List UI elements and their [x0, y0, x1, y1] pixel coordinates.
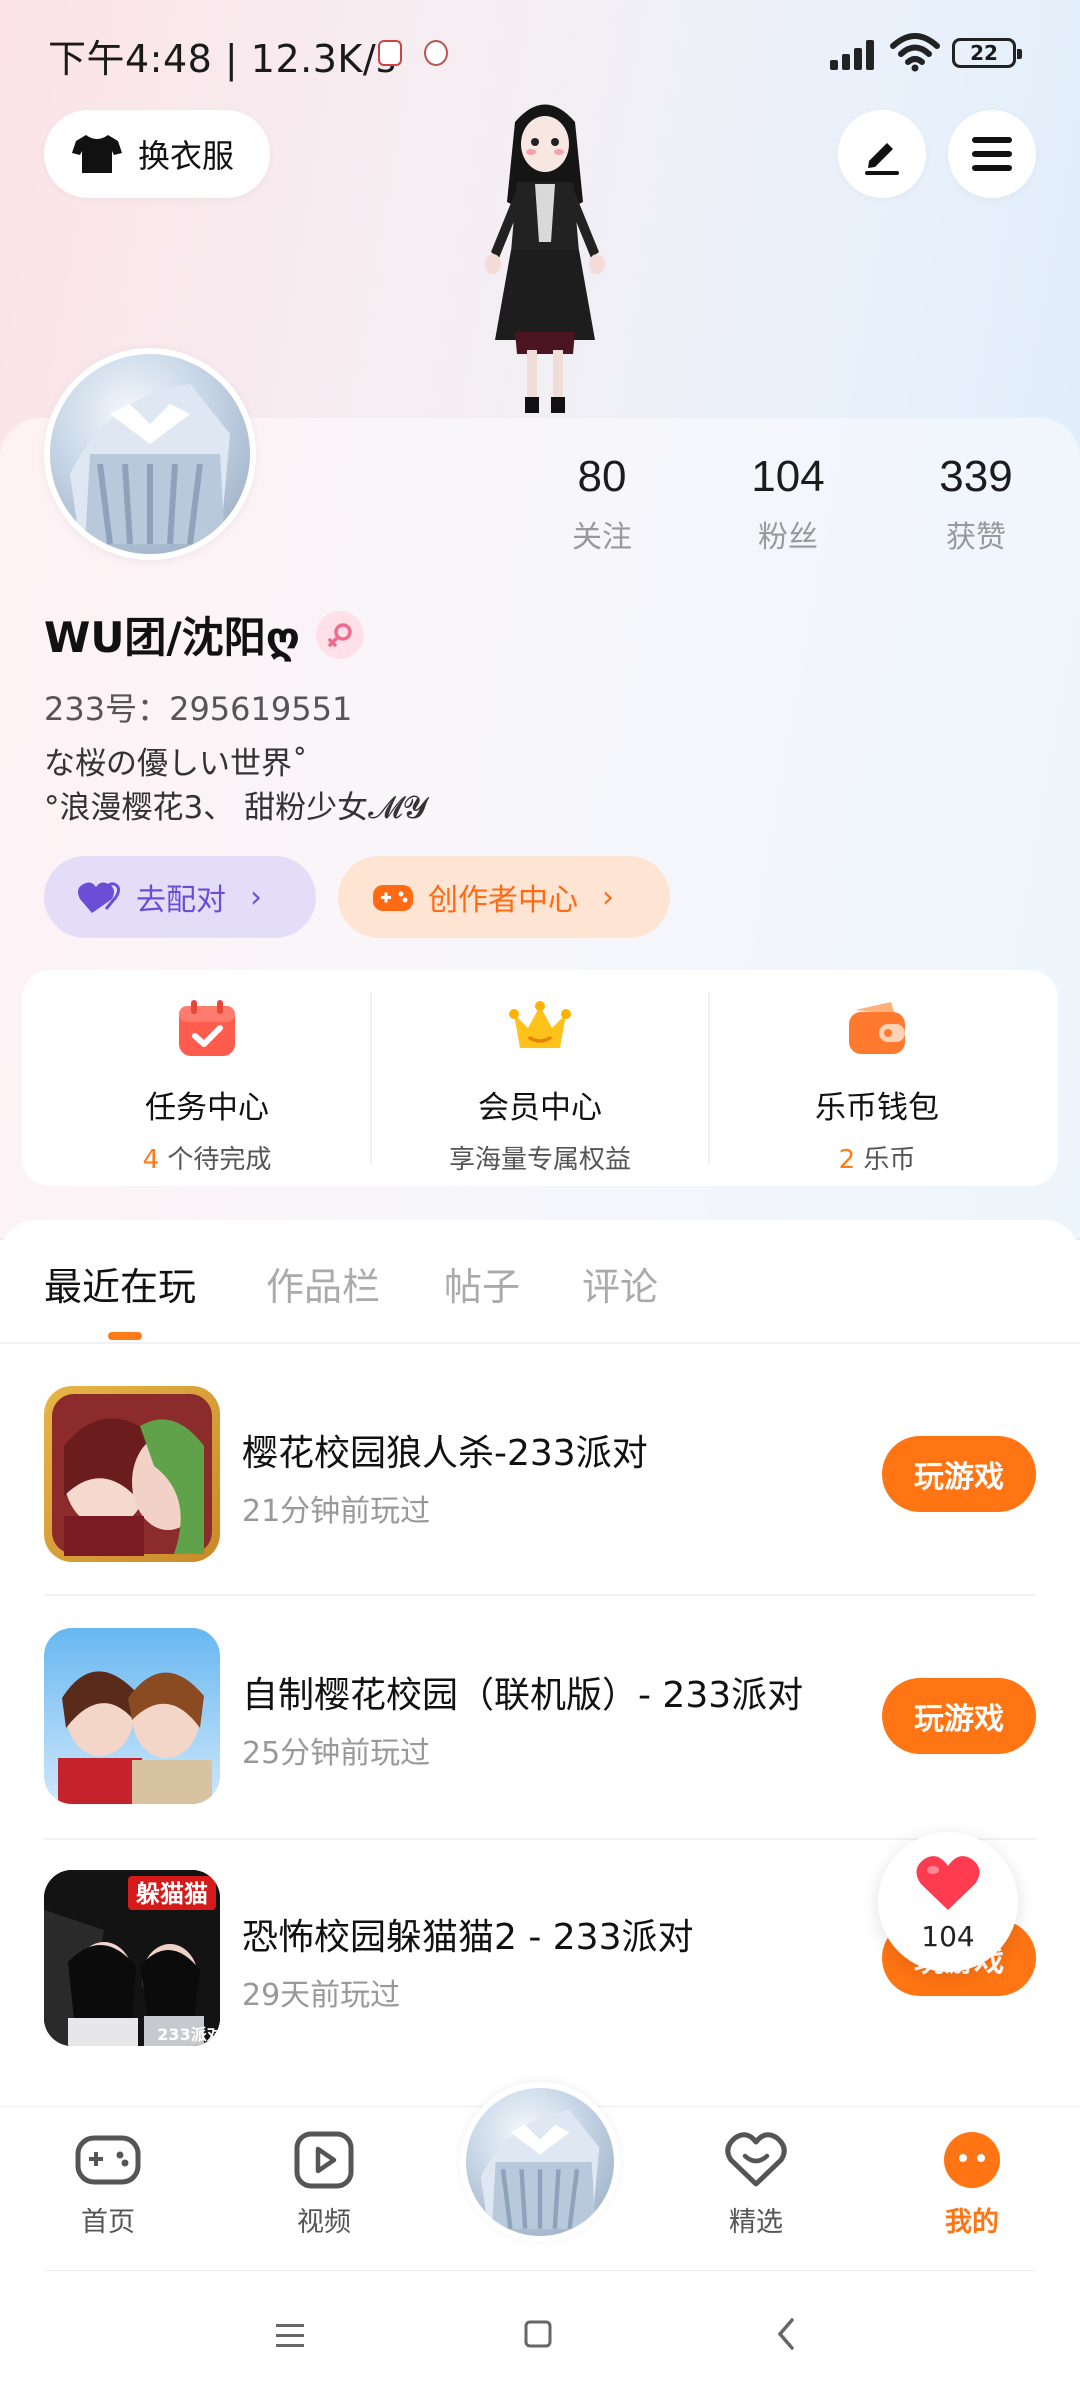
game-thumbnail — [44, 1386, 220, 1562]
creator-center-button[interactable]: 创作者中心 › — [338, 856, 670, 938]
match-label: 去配对 — [136, 883, 226, 918]
game-last-played: 25分钟前玩过 — [242, 1736, 431, 1771]
tab-recently-played[interactable]: 最近在玩 — [44, 1256, 196, 1311]
profile-avatar[interactable] — [44, 348, 256, 560]
menu-button[interactable] — [948, 110, 1036, 198]
play-game-button[interactable]: 玩游戏 — [882, 1436, 1036, 1512]
bio-line-1: な桜の優しい世界˚ — [44, 746, 308, 782]
avatar-image — [480, 2110, 600, 2229]
stat-following-label: 关注 — [572, 520, 632, 555]
profile-face-icon — [944, 2132, 1000, 2188]
vip-center[interactable]: 会员中心 享海量专属权益 — [375, 970, 705, 1186]
heart-outline-icon — [725, 2132, 787, 2187]
game-thumbnail — [44, 1628, 220, 1804]
nav-home-label: 首页 — [81, 2207, 135, 2238]
stat-likes-label: 获赞 — [946, 520, 1006, 555]
coin-wallet[interactable]: 乐币钱包 2 乐币 — [712, 970, 1042, 1186]
stat-followers-label: 粉丝 — [758, 520, 818, 555]
change-outfit-button[interactable]: 换衣服 — [44, 110, 270, 198]
game-row[interactable]: 樱花校园狼人杀-233派对 21分钟前玩过 玩游戏 — [44, 1386, 1036, 1566]
game-last-played: 29天前玩过 — [242, 1978, 401, 2013]
female-gender-icon — [315, 610, 364, 659]
game-thumbnail: 躲猫猫 233派对 — [44, 1870, 220, 2046]
wallet-icon — [849, 1002, 905, 1054]
nav-me[interactable]: 我的 — [902, 2130, 1042, 2239]
gamepad-icon — [373, 885, 413, 911]
edit-profile-button[interactable] — [838, 110, 926, 198]
notification-icon-2 — [424, 40, 448, 66]
chevron-right-icon: › — [602, 879, 614, 915]
match-button[interactable]: 去配对 › — [44, 856, 316, 938]
creator-center-label: 创作者中心 — [428, 883, 578, 918]
nav-me-label: 我的 — [945, 2207, 999, 2238]
vip-center-subtitle: 享海量专属权益 — [448, 1145, 631, 1175]
menu-icon — [972, 137, 1012, 171]
stat-followers[interactable]: 104 粉丝 — [708, 452, 868, 556]
stat-following[interactable]: 80 关注 — [522, 452, 682, 556]
status-time: 下午4:48 | 12.3K/s — [48, 37, 397, 81]
gamepad-icon — [75, 2135, 141, 2185]
stat-following-value: 80 — [577, 452, 627, 501]
tab-posts[interactable]: 帖子 — [444, 1256, 520, 1311]
nav-video-label: 视频 — [297, 2207, 351, 2238]
battery-icon: 22 — [952, 38, 1022, 68]
nav-featured-label: 精选 — [729, 2207, 783, 2238]
bio-line-2: °浪漫樱花3、 甜粉少女𝓜𝓨 — [44, 790, 428, 826]
task-center-title: 任务中心 — [145, 1090, 269, 1126]
row-divider — [44, 1594, 1036, 1596]
play-game-button[interactable]: 玩游戏 — [882, 1678, 1036, 1754]
video-play-icon — [294, 2131, 354, 2189]
change-outfit-label: 换衣服 — [138, 137, 235, 175]
like-count: 104 — [921, 1920, 975, 1953]
user-id[interactable]: 233号：295619551 — [44, 684, 352, 730]
crown-icon — [509, 1001, 571, 1048]
nav-center-avatar-button[interactable] — [460, 2082, 620, 2242]
system-nav-divider — [44, 2270, 1036, 2271]
stat-likes-value: 339 — [939, 452, 1013, 501]
task-center-subtitle: 4 个待完成 — [142, 1145, 272, 1175]
game-thumbnail-badge: 233派对 — [157, 2025, 220, 2044]
divider — [370, 992, 372, 1164]
tab-active-indicator — [108, 1332, 142, 1340]
game-row[interactable]: 自制樱花校园（联机版）- 233派对 25分钟前玩过 玩游戏 — [44, 1628, 1036, 1808]
game-title: 樱花校园狼人杀-233派对 — [242, 1433, 648, 1474]
game-thumbnail-title: 躲猫猫 — [136, 1880, 208, 1908]
heart-pair-icon — [78, 882, 121, 913]
recent-apps-icon[interactable] — [260, 2310, 320, 2360]
stat-followers-value: 104 — [751, 452, 825, 501]
signal-icon — [830, 38, 880, 70]
calendar-check-icon — [179, 1000, 235, 1056]
game-title: 恐怖校园躲猫猫2 - 233派对 — [242, 1917, 694, 1958]
task-center[interactable]: 任务中心 4 个待完成 — [42, 970, 372, 1186]
coin-wallet-title: 乐币钱包 — [815, 1090, 939, 1126]
username: WU团/沈阳ღ — [44, 604, 364, 665]
nav-video[interactable]: 视频 — [254, 2130, 394, 2239]
coin-wallet-subtitle: 2 乐币 — [838, 1145, 916, 1175]
avatar-image — [70, 384, 230, 545]
tab-comments[interactable]: 评论 — [582, 1256, 658, 1311]
bio: な桜の優しい世界˚ °浪漫樱花3、 甜粉少女𝓜𝓨 — [44, 742, 427, 830]
stat-likes[interactable]: 339 获赞 — [896, 452, 1056, 556]
wifi-icon — [890, 33, 940, 72]
feature-card: 任务中心 4 个待完成 会员中心 享海量专属权益 乐币钱包 2 乐币 — [22, 970, 1058, 1186]
username-text: WU团/沈阳ღ — [44, 613, 300, 662]
nav-featured[interactable]: 精选 — [686, 2130, 826, 2239]
shirt-icon — [72, 135, 122, 173]
back-icon[interactable] — [756, 2310, 816, 2360]
game-title: 自制樱花校园（联机版）- 233派对 — [242, 1675, 804, 1716]
vip-center-title: 会员中心 — [478, 1090, 602, 1126]
pen-icon — [865, 143, 899, 175]
home-square-icon[interactable] — [508, 2310, 568, 2360]
heart-icon — [916, 1856, 980, 1910]
avatar-character-figure — [485, 104, 605, 413]
chevron-right-icon: › — [250, 879, 262, 915]
nav-home[interactable]: 首页 — [38, 2130, 178, 2239]
notification-icon — [378, 40, 402, 66]
divider — [708, 992, 710, 1164]
tabs-divider — [0, 1342, 1080, 1344]
game-last-played: 21分钟前玩过 — [242, 1494, 431, 1529]
tab-works[interactable]: 作品栏 — [266, 1256, 380, 1311]
like-floating-button[interactable]: 104 — [878, 1832, 1018, 1972]
